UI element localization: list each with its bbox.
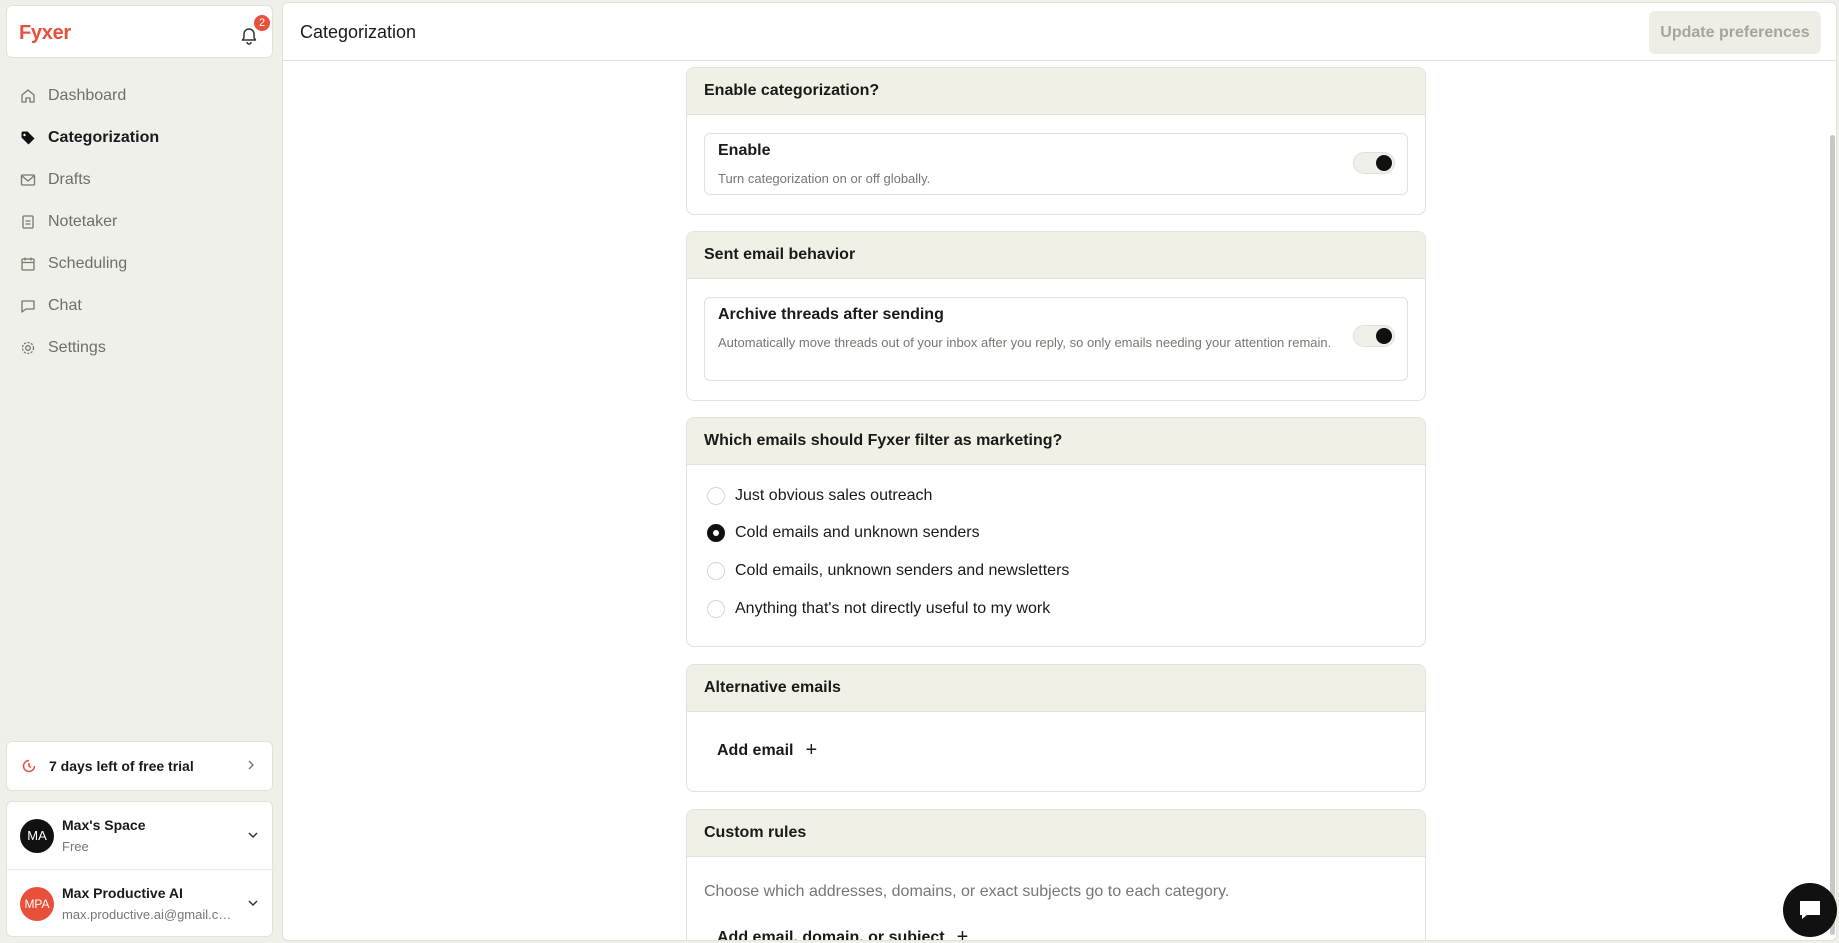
plus-icon: + [956,926,969,941]
section-title: Enable categorization? [687,68,1425,115]
section-alternative-emails: Alternative emails Add email + [686,664,1426,792]
chevron-right-icon [244,758,258,775]
section-title: Alternative emails [687,665,1425,712]
sidebar-item-label: Chat [48,297,82,314]
sidebar-item-scheduling[interactable]: Scheduling [8,246,273,282]
brand-logo[interactable]: Fyxer [19,22,71,45]
section-marketing-filter: Which emails should Fyxer filter as mark… [686,417,1426,647]
marketing-option-anything-not-useful[interactable]: Anything that's not directly useful to m… [707,597,1050,621]
main-panel: Categorization Update preferences Enable… [282,2,1837,941]
sidebar-item-label: Scheduling [48,255,128,272]
section-sent-email-behavior: Sent email behavior Archive threads afte… [686,231,1426,401]
sidebar-item-label: Drafts [48,171,91,188]
radio-button[interactable] [707,562,725,580]
mail-icon [20,172,36,188]
section-title: Sent email behavior [687,232,1425,279]
custom-rules-description: Choose which addresses, domains, or exac… [704,883,1230,900]
setting-title: Enable [718,142,771,159]
clock-icon [21,758,37,774]
sidebar: Fyxer 2 Dashboard Categorization Drafts … [0,0,281,943]
marketing-option-newsletters[interactable]: Cold emails, unknown senders and newslet… [707,559,1069,583]
chat-bubble-icon [20,298,36,314]
clipboard-icon [20,214,36,230]
section-title: Custom rules [687,810,1425,857]
brand-header: Fyxer 2 [6,5,273,58]
sidebar-item-dashboard[interactable]: Dashboard [8,78,273,114]
workspace-selector[interactable]: MA Max's Space Free [7,802,274,870]
user-selector[interactable]: MPA Max Productive AI max.productive.ai@… [7,870,274,938]
chevron-down-icon [246,896,260,915]
enable-categorization-toggle[interactable] [1353,152,1395,174]
update-preferences-button[interactable]: Update preferences [1649,11,1821,54]
option-label: Anything that's not directly useful to m… [735,600,1051,617]
add-rule-label: Add email, domain, or subject [717,928,945,941]
sidebar-item-label: Categorization [48,129,160,146]
add-email-label: Add email [717,741,794,759]
radio-button[interactable] [707,524,725,542]
section-enable-categorization: Enable categorization? Enable Turn categ… [686,67,1426,215]
option-label: Just obvious sales outreach [735,487,933,504]
radio-button[interactable] [707,600,725,618]
setting-description: Automatically move threads out of your i… [718,335,1332,350]
sidebar-item-drafts[interactable]: Drafts [8,162,273,198]
workspace-plan: Free [62,839,89,854]
notification-badge: 2 [254,15,270,31]
sidebar-item-notetaker[interactable]: Notetaker [8,204,273,240]
chat-bubble-icon [1797,897,1823,923]
setting-description: Turn categorization on or off globally. [718,171,931,186]
chevron-down-icon [246,828,260,847]
sidebar-item-label: Dashboard [48,87,127,104]
workspace-name: Max's Space [62,817,146,833]
sidebar-item-label: Settings [48,339,106,356]
scrollbar[interactable] [1830,135,1835,935]
radio-button[interactable] [707,487,725,505]
free-trial-banner[interactable]: 7 days left of free trial [6,741,273,791]
add-rule-button[interactable]: Add email, domain, or subject + [717,926,969,941]
marketing-option-cold-emails[interactable]: Cold emails and unknown senders [707,521,980,545]
user-name: Max Productive AI [62,885,183,901]
archive-setting: Archive threads after sending Automatica… [704,297,1408,381]
user-email: max.productive.ai@gmail.com [62,907,232,922]
page-title: Categorization [300,22,417,42]
sidebar-item-chat[interactable]: Chat [8,288,273,324]
trial-label: 7 days left of free trial [49,758,194,774]
sidebar-item-label: Notetaker [48,213,118,230]
top-bar: Categorization Update preferences [283,3,1836,61]
plus-icon: + [805,739,818,761]
calendar-icon [20,256,36,272]
marketing-option-sales-outreach[interactable]: Just obvious sales outreach [707,484,932,508]
gear-icon [20,340,36,356]
option-label: Cold emails and unknown senders [735,524,980,541]
tag-icon [20,130,36,146]
sidebar-item-settings[interactable]: Settings [8,330,273,366]
avatar: MA [20,819,54,853]
chat-launcher-button[interactable] [1783,883,1837,937]
section-title: Which emails should Fyxer filter as mark… [687,418,1425,465]
home-icon [20,88,36,104]
account-switcher: MA Max's Space Free MPA Max Productive A… [6,801,274,938]
setting-title: Archive threads after sending [718,306,944,323]
section-custom-rules: Custom rules Choose which addresses, dom… [686,809,1426,941]
add-email-button[interactable]: Add email + [717,739,817,762]
avatar: MPA [20,887,54,921]
sidebar-item-categorization[interactable]: Categorization [8,120,273,156]
enable-setting: Enable Turn categorization on or off glo… [704,133,1408,195]
option-label: Cold emails, unknown senders and newslet… [735,562,1070,579]
archive-threads-toggle[interactable] [1353,325,1395,347]
